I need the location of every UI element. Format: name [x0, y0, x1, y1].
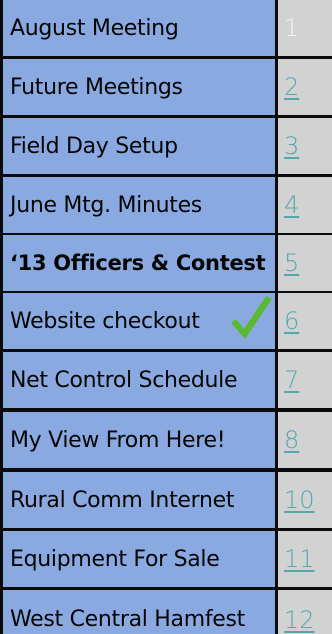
toc-row: August Meeting 1	[0, 0, 332, 56]
toc-row: Field Day Setup 3	[0, 118, 332, 174]
toc-page-link[interactable]: 10	[284, 486, 315, 514]
toc-title: Equipment For Sale	[3, 531, 275, 587]
toc-page-cell: 7	[278, 352, 332, 408]
toc-row: West Central Hamfest 12	[0, 590, 332, 634]
toc-page-link[interactable]: 8	[284, 426, 299, 454]
toc-page-link[interactable]: 3	[284, 132, 299, 160]
toc-row: Website checkout 6	[0, 293, 332, 349]
toc-page-cell: 6	[278, 293, 332, 349]
toc-page-cell: 10	[278, 472, 332, 528]
toc-page-link[interactable]: 2	[284, 73, 299, 101]
toc-page-cell: 5	[278, 235, 332, 291]
toc-row: ‘13 Officers & Contest 5	[0, 235, 332, 291]
checkmark-icon	[231, 296, 272, 339]
toc-title: August Meeting	[3, 0, 275, 56]
toc-page-cell: 4	[278, 177, 332, 233]
toc-row: My View From Here! 8	[0, 412, 332, 468]
toc-title: Future Meetings	[3, 59, 275, 115]
toc-row: June Mtg. Minutes 4	[0, 177, 332, 233]
toc-page-current: 1	[284, 14, 300, 42]
toc-page-link[interactable]: 5	[284, 249, 299, 277]
toc-page-cell: 11	[278, 531, 332, 587]
toc-title: My View From Here!	[3, 412, 275, 468]
toc-page-cell: 3	[278, 118, 332, 174]
toc-title: ‘13 Officers & Contest	[3, 235, 275, 291]
toc-title: June Mtg. Minutes	[3, 177, 275, 233]
toc-page-cell: 8	[278, 412, 332, 468]
toc-title: Rural Comm Internet	[3, 472, 275, 528]
toc-page-link[interactable]: 4	[284, 191, 299, 219]
toc-row: Future Meetings 2	[0, 59, 332, 115]
toc-title: Field Day Setup	[3, 118, 275, 174]
toc-page-cell: 2	[278, 59, 332, 115]
toc-page-cell: 12	[278, 590, 332, 634]
toc-title: Net Control Schedule	[3, 352, 275, 408]
toc-page-link[interactable]: 6	[284, 307, 299, 335]
toc-row: Rural Comm Internet 10	[0, 472, 332, 528]
toc-page-link[interactable]: 12	[284, 606, 315, 634]
toc-row: Equipment For Sale 11	[0, 531, 332, 587]
toc-page-cell: 1	[278, 0, 332, 56]
toc-page-link[interactable]: 11	[284, 545, 315, 573]
table-of-contents: August Meeting 1 Future Meetings 2 Field…	[0, 0, 332, 634]
toc-page-link[interactable]: 7	[284, 366, 299, 394]
toc-title: West Central Hamfest	[3, 590, 275, 634]
toc-row: Net Control Schedule 7	[0, 352, 332, 408]
